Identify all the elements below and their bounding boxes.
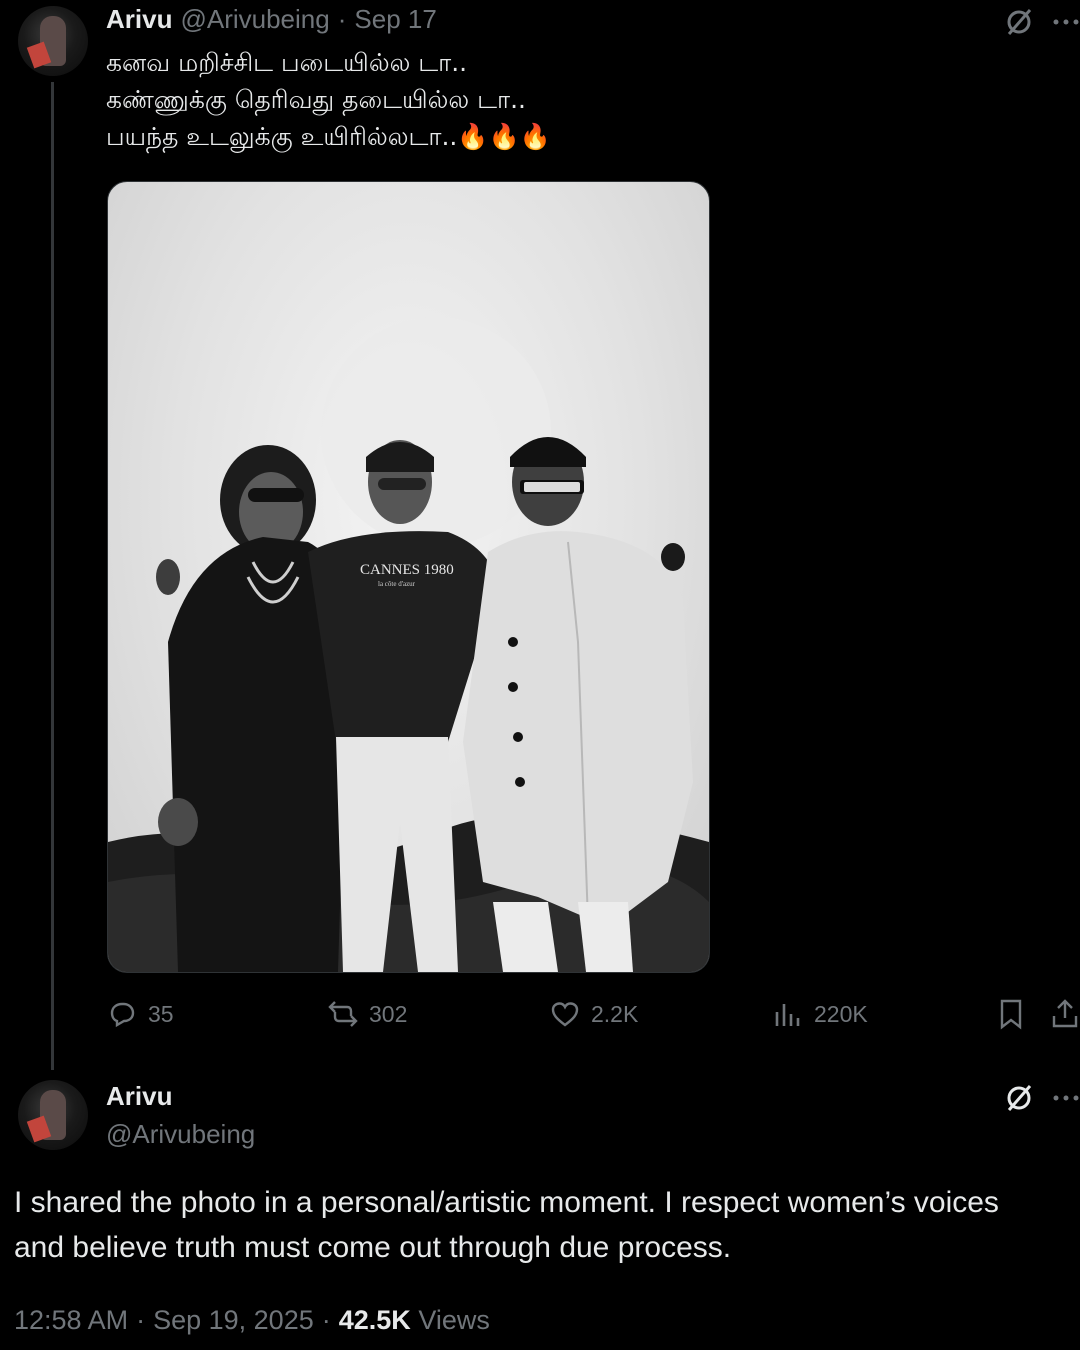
meta-separator: · [321,1305,331,1335]
tweet-line: கண்ணுக்கு தெரிவது தடையில்ல டா.. [106,85,526,114]
avatar[interactable] [18,1080,88,1150]
tweet-text: கனவ மறிச்சிட படையில்ல டா.. கண்ணுக்கு தெர… [106,44,906,155]
more-icon[interactable] [1052,1084,1080,1117]
share-icon[interactable] [1050,998,1080,1035]
views-count: 220K [814,1000,868,1027]
shirt-print-subtext: la côte d'azur [378,580,416,588]
reply-metadata: 12:58 AM · Sep 19, 2025 · 42.5K Views [14,1305,490,1336]
views-icon [775,1004,800,1026]
reply-icon [110,1002,135,1028]
repost-button[interactable]: 302 [327,998,407,1030]
author-handle[interactable]: @Arivubeing [180,4,329,35]
repost-icon [328,1001,358,1027]
tweet-header: Arivu @Arivubeing · Sep 17 [106,4,437,35]
reply-views-label: Views [418,1305,490,1335]
reply-author-name[interactable]: Arivu [106,1081,172,1112]
reply-count: 35 [148,1000,174,1027]
grok-icon[interactable] [1003,6,1035,43]
reply-date[interactable]: Sep 19, 2025 [153,1305,314,1336]
header-separator: · [337,4,347,34]
thread-connector-line [51,82,54,1070]
tweet-line: கனவ மறிச்சிட படையில்ல டா.. [106,48,468,77]
tweet-photo[interactable]: CANNES 1980 la côte d'azur [107,181,710,973]
like-count: 2.2K [591,1000,639,1027]
avatar[interactable] [18,6,88,76]
reply-views-count: 42.5K [338,1305,411,1335]
more-icon[interactable] [1052,8,1080,41]
meta-separator: · [136,1305,146,1335]
like-icon [551,1002,579,1027]
reply-button[interactable]: 35 [106,998,174,1030]
views-button[interactable]: 220K [772,998,868,1030]
shirt-print-text: CANNES 1980 [360,562,454,578]
reply-views[interactable]: 42.5K Views [339,1305,490,1336]
reply-author-handle[interactable]: @Arivubeing [106,1119,255,1150]
repost-count: 302 [369,1000,408,1027]
author-name[interactable]: Arivu [106,4,172,35]
bookmark-icon[interactable] [996,998,1026,1035]
reply-time[interactable]: 12:58 AM [14,1305,128,1336]
fire-emojis: 🔥🔥🔥 [457,122,551,151]
tweet-date[interactable]: Sep 17 [354,4,436,35]
reply-text: I shared the photo in a personal/artisti… [14,1186,999,1264]
tweet-line: பயந்த உடலுக்கு உயிரில்லடா..🔥🔥🔥 [106,122,551,151]
like-button[interactable]: 2.2K [549,998,638,1030]
grok-icon[interactable] [1003,1082,1035,1119]
